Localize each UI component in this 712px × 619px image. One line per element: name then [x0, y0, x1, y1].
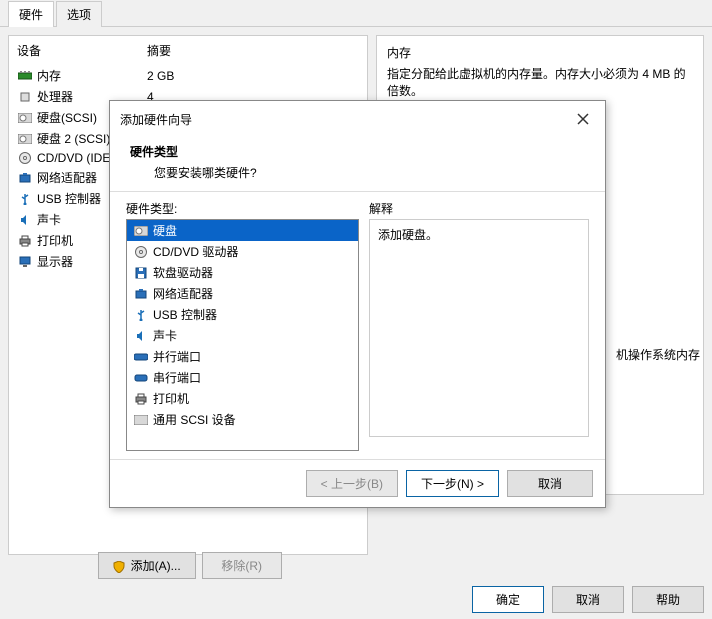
hw-item-label: 软盘驱动器 [153, 264, 213, 281]
detail-desc: 指定分配给此虚拟机的内存量。内存大小必须为 4 MB 的倍数。 [387, 65, 693, 99]
hw-item-printer[interactable]: 打印机 [127, 388, 358, 409]
cpu-icon [17, 90, 33, 104]
memory-icon [17, 69, 33, 83]
hw-item-label: 串行端口 [153, 369, 201, 386]
hw-item-cddvd[interactable]: CD/DVD 驱动器 [127, 241, 358, 262]
printer-icon [17, 234, 33, 248]
disk-icon [133, 224, 149, 238]
device-name: 内存 [37, 67, 147, 84]
sound-icon [133, 329, 149, 343]
explain-text: 添加硬盘。 [378, 226, 580, 243]
truncated-label: 机操作系统内存 [616, 346, 700, 363]
wizard-footer: < 上一步(B) 下一步(N) > 取消 [110, 459, 605, 507]
close-icon[interactable] [571, 107, 595, 131]
parallel-port-icon [133, 350, 149, 364]
help-button[interactable]: 帮助 [632, 586, 704, 613]
hw-item-scsi[interactable]: 通用 SCSI 设备 [127, 409, 358, 430]
scsi-icon [133, 413, 149, 427]
hw-item-label: CD/DVD 驱动器 [153, 243, 238, 260]
printer-icon [133, 392, 149, 406]
tab-bar: 硬件 选项 [0, 0, 712, 27]
wizard-cancel-button[interactable]: 取消 [507, 470, 593, 497]
dialog-footer-buttons: 确定 取消 帮助 [472, 586, 704, 613]
usb-icon [133, 308, 149, 322]
wizard-heading: 硬件类型 [130, 143, 585, 160]
disk-icon [17, 111, 33, 125]
cd-icon [133, 245, 149, 259]
hw-item-disk[interactable]: 硬盘 [127, 220, 358, 241]
ok-button[interactable]: 确定 [472, 586, 544, 613]
explain-box: 添加硬盘。 [369, 219, 589, 437]
add-hardware-button[interactable]: 添加(A)... [98, 552, 195, 579]
remove-hardware-button[interactable]: 移除(R) [202, 552, 282, 579]
detail-title: 内存 [387, 44, 693, 61]
header-device: 设备 [17, 42, 147, 59]
back-button[interactable]: < 上一步(B) [306, 470, 398, 497]
add-label: 添加(A)... [131, 559, 181, 573]
disk-icon [17, 132, 33, 146]
hw-item-label: 硬盘 [153, 222, 177, 239]
hw-item-sound[interactable]: 声卡 [127, 325, 358, 346]
add-hardware-wizard: 添加硬件向导 硬件类型 您要安装哪类硬件? 硬件类型: 硬盘 CD/DVD 驱动… [109, 100, 606, 508]
device-list-header: 设备 摘要 [9, 36, 367, 65]
display-icon [17, 255, 33, 269]
hw-item-network[interactable]: 网络适配器 [127, 283, 358, 304]
hw-item-label: 声卡 [153, 327, 177, 344]
usb-icon [17, 192, 33, 206]
hw-item-label: 并行端口 [153, 348, 201, 365]
device-summary: 2 GB [147, 69, 174, 83]
hw-item-label: 打印机 [153, 390, 189, 407]
device-list-buttons: 添加(A)... 移除(R) [0, 552, 380, 579]
device-row-memory[interactable]: 内存 2 GB [9, 65, 367, 86]
hw-item-label: USB 控制器 [153, 306, 217, 323]
hw-item-usb[interactable]: USB 控制器 [127, 304, 358, 325]
hw-item-parallel[interactable]: 并行端口 [127, 346, 358, 367]
tab-options[interactable]: 选项 [56, 1, 102, 27]
sound-icon [17, 213, 33, 227]
hw-item-serial[interactable]: 串行端口 [127, 367, 358, 388]
wizard-subheading: 您要安装哪类硬件? [130, 164, 585, 181]
floppy-icon [133, 266, 149, 280]
cd-icon [17, 151, 33, 165]
network-icon [133, 287, 149, 301]
header-summary: 摘要 [147, 42, 171, 59]
wizard-title: 添加硬件向导 [120, 111, 192, 128]
shield-icon [113, 561, 125, 573]
hardware-type-label: 硬件类型: [126, 200, 359, 217]
wizard-titlebar: 添加硬件向导 [110, 101, 605, 137]
explain-label: 解释 [369, 200, 589, 217]
hw-item-label: 网络适配器 [153, 285, 213, 302]
hw-item-floppy[interactable]: 软盘驱动器 [127, 262, 358, 283]
next-button[interactable]: 下一步(N) > [406, 470, 499, 497]
tab-hardware[interactable]: 硬件 [8, 1, 54, 27]
network-icon [17, 171, 33, 185]
cancel-button[interactable]: 取消 [552, 586, 624, 613]
wizard-header: 硬件类型 您要安装哪类硬件? [110, 137, 605, 192]
hw-item-label: 通用 SCSI 设备 [153, 411, 236, 428]
hardware-type-list[interactable]: 硬盘 CD/DVD 驱动器 软盘驱动器 网络适配器 USB 控制器 [126, 219, 359, 451]
serial-port-icon [133, 371, 149, 385]
